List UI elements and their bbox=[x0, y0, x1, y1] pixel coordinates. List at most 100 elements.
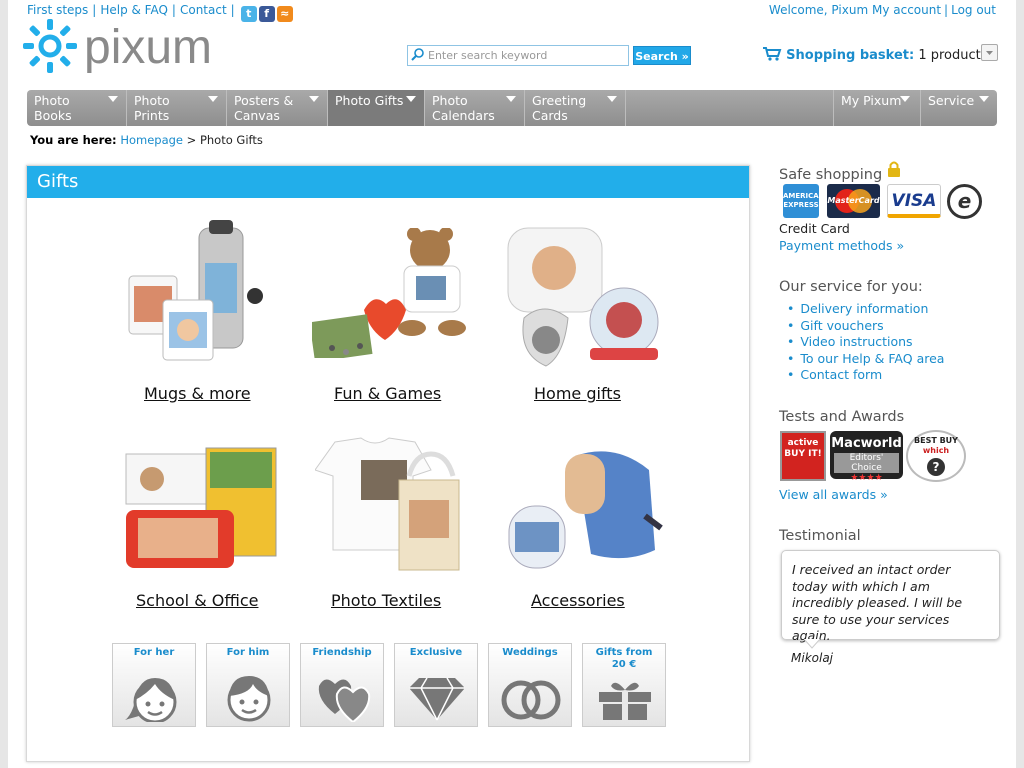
safe-shopping-title: Safe shopping bbox=[779, 161, 901, 183]
tile-friendship[interactable]: Friendship bbox=[300, 643, 384, 727]
nav-my-pixum[interactable]: My Pixum bbox=[833, 90, 921, 126]
basket-label: Shopping basket: bbox=[786, 48, 915, 63]
first-steps-link[interactable]: First steps bbox=[27, 3, 88, 17]
chevron-down-icon bbox=[309, 96, 319, 102]
facebook-icon[interactable]: f bbox=[258, 6, 275, 22]
hearts-icon bbox=[318, 679, 371, 722]
cart-icon bbox=[763, 47, 782, 61]
tile-label: Friendship bbox=[312, 647, 372, 658]
credit-card-label: Credit Card bbox=[779, 221, 850, 236]
tile-label: Gifts from bbox=[595, 647, 653, 658]
tile-label: For her bbox=[133, 647, 175, 658]
testimonial-bubble: I received an intact order today with wh… bbox=[781, 550, 1000, 643]
main-nav: Photo Books Photo Prints Posters & Canvas P… bbox=[27, 90, 997, 126]
help-faq-link[interactable]: Help & FAQ bbox=[100, 3, 168, 17]
chevron-down-icon bbox=[406, 96, 416, 102]
nav-photo-prints[interactable]: Photo Prints bbox=[127, 90, 227, 126]
girl-face-icon bbox=[125, 678, 177, 722]
breadcrumb-current: Photo Gifts bbox=[199, 133, 263, 147]
testimonial-title: Testimonial bbox=[779, 528, 861, 544]
amex-card-icon: AMERICAN EXPRESS bbox=[783, 184, 825, 218]
nav-photo-calendars[interactable]: Photo Calendars bbox=[425, 90, 525, 126]
nav-photo-gifts[interactable]: Photo Gifts bbox=[328, 90, 425, 126]
contact-form-link[interactable]: Contact form bbox=[800, 367, 882, 382]
school-office-product-image[interactable] bbox=[122, 444, 282, 574]
breadcrumb-home[interactable]: Homepage bbox=[120, 133, 183, 147]
page: First steps | Help & FAQ | Contact | t f ≈ Welco… bbox=[8, 0, 1016, 768]
video-instructions-link[interactable]: Video instructions bbox=[800, 334, 912, 349]
tile-weddings[interactable]: Weddings bbox=[488, 643, 572, 727]
category-school-office[interactable]: School & Office bbox=[136, 591, 258, 610]
category-mugs-more[interactable]: Mugs & more bbox=[144, 384, 251, 403]
payment-methods-link[interactable]: Payment methods » bbox=[779, 238, 904, 253]
user-links: Welcome, Pixum My account | Log out bbox=[768, 3, 996, 17]
photo-textiles-product-image[interactable] bbox=[315, 436, 465, 576]
visa-card-icon: VISA bbox=[887, 184, 941, 218]
boy-face-icon bbox=[227, 676, 271, 722]
view-awards-link[interactable]: View all awards » bbox=[779, 487, 888, 502]
nav-greeting-cards[interactable]: Greeting Cards bbox=[525, 90, 626, 126]
pixum-logo-icon: pixum bbox=[23, 19, 212, 74]
speech-tail-icon bbox=[804, 639, 820, 649]
contact-link[interactable]: Contact bbox=[180, 3, 227, 17]
best-buy-award[interactable]: BEST BUY which ? bbox=[906, 430, 966, 482]
chevron-down-icon bbox=[900, 96, 910, 102]
mugs-product-image[interactable] bbox=[127, 218, 275, 368]
fun-games-product-image[interactable] bbox=[312, 228, 472, 358]
rings-icon bbox=[501, 680, 561, 720]
welcome-text: Welcome, Pixum bbox=[768, 3, 869, 17]
tile-for-him[interactable]: For him bbox=[206, 643, 290, 727]
chevron-down-icon bbox=[208, 96, 218, 102]
tile-price: 20 € bbox=[611, 659, 637, 670]
category-fun-games[interactable]: Fun & Games bbox=[334, 384, 441, 403]
active-buy-it-award[interactable]: active BUY IT! bbox=[780, 431, 826, 481]
search-input[interactable]: Enter search keyword bbox=[407, 45, 629, 66]
breadcrumb-prefix: You are here: bbox=[30, 133, 117, 147]
chevron-down-icon bbox=[108, 96, 118, 102]
help-faq-area-link[interactable]: To our Help & FAQ area bbox=[800, 351, 944, 366]
chevron-down-icon bbox=[979, 96, 989, 102]
diamond-icon bbox=[409, 677, 465, 721]
tile-exclusive[interactable]: Exclusive bbox=[394, 643, 478, 727]
chevron-down-icon bbox=[607, 96, 617, 102]
chevron-down-icon bbox=[986, 51, 993, 55]
my-account-link[interactable]: My account bbox=[872, 3, 941, 17]
tile-label: Exclusive bbox=[409, 647, 463, 658]
lock-icon bbox=[887, 161, 900, 177]
accessories-product-image[interactable] bbox=[505, 446, 665, 576]
pixum-logo[interactable]: pixum bbox=[22, 16, 252, 82]
macworld-award[interactable]: Macworld Editors' Choice ★★★★ bbox=[830, 431, 903, 483]
basket-count: 1 products bbox=[918, 48, 988, 63]
basket-dropdown-button[interactable] bbox=[981, 44, 998, 61]
gift-box-icon bbox=[599, 682, 651, 720]
trusted-shops-icon: e bbox=[947, 184, 982, 219]
shopping-basket[interactable]: Shopping basket: 1 products bbox=[762, 46, 988, 63]
category-photo-textiles[interactable]: Photo Textiles bbox=[331, 591, 441, 610]
tile-gifts-from-20[interactable]: Gifts from 20 € bbox=[582, 643, 666, 727]
logout-link[interactable]: Log out bbox=[951, 3, 996, 17]
search-button[interactable]: Search » bbox=[633, 46, 691, 65]
nav-posters-canvas[interactable]: Posters & Canvas bbox=[227, 90, 328, 126]
awards-title: Tests and Awards bbox=[779, 409, 905, 425]
gift-vouchers-link[interactable]: Gift vouchers bbox=[800, 318, 883, 333]
delivery-info-link[interactable]: Delivery information bbox=[800, 301, 928, 316]
tile-for-her[interactable]: For her bbox=[112, 643, 196, 727]
rss-icon[interactable]: ≈ bbox=[276, 6, 293, 22]
search-icon bbox=[411, 48, 424, 61]
breadcrumb-separator: > bbox=[186, 133, 197, 147]
tile-label: For him bbox=[226, 647, 270, 658]
gifts-title: Gifts bbox=[27, 166, 749, 198]
mastercard-icon: MasterCard bbox=[827, 184, 880, 218]
chevron-down-icon bbox=[506, 96, 516, 102]
nav-photo-books[interactable]: Photo Books bbox=[27, 90, 127, 126]
tile-label: Weddings bbox=[502, 647, 558, 658]
category-home-gifts[interactable]: Home gifts bbox=[534, 384, 621, 403]
service-title: Our service for you: bbox=[779, 279, 923, 295]
breadcrumb: You are here: Homepage > Photo Gifts bbox=[30, 133, 263, 147]
gifts-panel: Gifts Mugs & more Fun & Games Home gifts… bbox=[26, 165, 750, 762]
nav-service[interactable]: Service bbox=[921, 90, 997, 126]
service-list: Delivery information Gift vouchers Video… bbox=[787, 301, 944, 384]
testimonial-author: Mikolaj bbox=[791, 651, 833, 665]
home-gifts-product-image[interactable] bbox=[504, 222, 662, 368]
category-accessories[interactable]: Accessories bbox=[531, 591, 625, 610]
